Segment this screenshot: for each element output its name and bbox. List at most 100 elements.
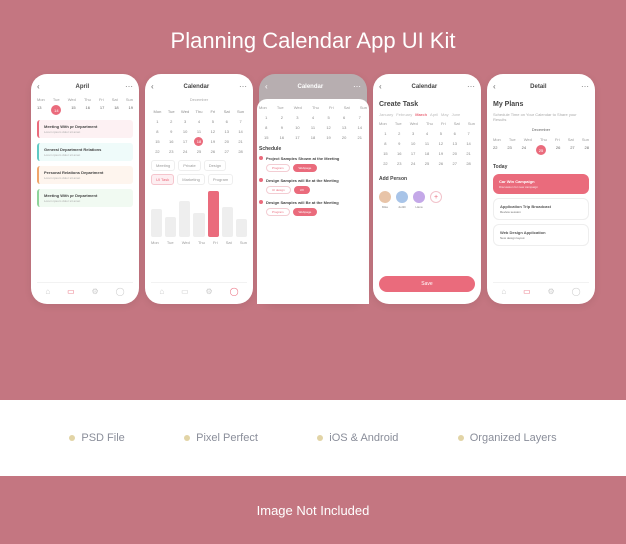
- date-cell[interactable]: 1: [259, 113, 274, 122]
- date-cell[interactable]: 16: [165, 137, 178, 146]
- tag-pill[interactable]: Program: [266, 208, 290, 216]
- date-cell[interactable]: 14: [352, 123, 367, 132]
- user-icon[interactable]: ◯: [230, 287, 239, 296]
- home-icon[interactable]: ⌂: [501, 287, 506, 296]
- date-cell[interactable]: 11: [193, 127, 206, 136]
- date-cell[interactable]: 13: [37, 105, 41, 115]
- date-cell[interactable]: 5: [321, 113, 336, 122]
- home-icon[interactable]: ⌂: [45, 287, 50, 296]
- month-tab[interactable]: June: [452, 112, 461, 117]
- date-cell[interactable]: 18: [194, 137, 203, 146]
- date-cell[interactable]: 12: [434, 139, 447, 148]
- calendar-icon[interactable]: ▭: [67, 287, 75, 296]
- date-cell[interactable]: 19: [434, 149, 447, 158]
- date-cell[interactable]: 13: [448, 139, 461, 148]
- person-avatar[interactable]: Hana: [413, 191, 425, 209]
- tag-pill[interactable]: Webpage: [293, 208, 318, 216]
- plan-card[interactable]: Web Design ApplicationNew design layout: [493, 224, 589, 246]
- date-cell[interactable]: 22: [151, 147, 164, 156]
- gear-icon[interactable]: ⚙: [92, 287, 99, 296]
- plan-card[interactable]: Application Trip BroadcastReview session: [493, 198, 589, 220]
- date-cell[interactable]: 17: [290, 133, 305, 142]
- more-icon[interactable]: ⋯: [467, 82, 475, 91]
- date-cell[interactable]: 23: [165, 147, 178, 156]
- date-cell[interactable]: 28: [585, 145, 589, 155]
- date-cell[interactable]: 7: [462, 129, 475, 138]
- schedule-item[interactable]: Project Samples Shown at the MeetingProg…: [259, 156, 367, 172]
- date-cell[interactable]: 19: [321, 133, 336, 142]
- filter-chip[interactable]: Private: [178, 160, 200, 171]
- date-cell[interactable]: 17: [407, 149, 420, 158]
- date-cell[interactable]: 23: [507, 145, 511, 155]
- date-cell[interactable]: 18: [306, 133, 321, 142]
- date-cell[interactable]: 10: [290, 123, 305, 132]
- tag-pill[interactable]: UI design: [266, 186, 291, 194]
- date-cell[interactable]: 9: [165, 127, 178, 136]
- month-tab[interactable]: February: [396, 112, 412, 117]
- filter-chip[interactable]: Program: [208, 174, 233, 185]
- date-cell[interactable]: 14: [462, 139, 475, 148]
- event-card[interactable]: Personal Relations DepartmentLorem ipsum…: [37, 166, 133, 184]
- date-cell[interactable]: 6: [220, 117, 233, 126]
- date-cell[interactable]: 27: [448, 159, 461, 168]
- more-icon[interactable]: ⋯: [353, 82, 361, 91]
- month-tab[interactable]: March: [415, 112, 427, 117]
- date-cell[interactable]: 1: [379, 129, 392, 138]
- date-cell[interactable]: 25: [421, 159, 434, 168]
- tag-pill[interactable]: Webpage: [293, 164, 318, 172]
- date-cell[interactable]: 20: [448, 149, 461, 158]
- date-cell[interactable]: 6: [448, 129, 461, 138]
- schedule-item[interactable]: Design Samples will Be at the MeetingPro…: [259, 200, 367, 216]
- date-cell[interactable]: 25: [193, 147, 206, 156]
- more-icon[interactable]: ⋯: [125, 82, 133, 91]
- date-cell[interactable]: 21: [352, 133, 367, 142]
- date-cell[interactable]: 15: [151, 137, 164, 146]
- date-cell[interactable]: 7: [352, 113, 367, 122]
- date-cell[interactable]: 26: [206, 147, 219, 156]
- home-icon[interactable]: ⌂: [159, 287, 164, 296]
- date-cell[interactable]: 13: [220, 127, 233, 136]
- date-cell[interactable]: 16: [275, 133, 290, 142]
- date-cell[interactable]: 9: [393, 139, 406, 148]
- date-cell[interactable]: 7: [234, 117, 247, 126]
- person-avatar[interactable]: Mike: [379, 191, 391, 209]
- date-cell[interactable]: 18: [114, 105, 118, 115]
- date-cell[interactable]: 2: [165, 117, 178, 126]
- date-cell[interactable]: 14: [51, 105, 61, 115]
- date-cell[interactable]: 13: [337, 123, 352, 132]
- add-person-button[interactable]: +: [430, 191, 442, 209]
- tag-pill[interactable]: UX: [294, 186, 310, 194]
- user-icon[interactable]: ◯: [572, 287, 581, 296]
- date-cell[interactable]: 6: [337, 113, 352, 122]
- date-cell[interactable]: 19: [129, 105, 133, 115]
- date-cell[interactable]: 11: [306, 123, 321, 132]
- person-avatar[interactable]: Judith: [396, 191, 408, 209]
- date-cell[interactable]: 8: [151, 127, 164, 136]
- schedule-item[interactable]: Design Samples will Be at the MeetingUI …: [259, 178, 367, 194]
- date-cell[interactable]: 5: [434, 129, 447, 138]
- date-cell[interactable]: 15: [259, 133, 274, 142]
- date-cell[interactable]: 16: [393, 149, 406, 158]
- more-icon[interactable]: ⋯: [239, 82, 247, 91]
- date-cell[interactable]: 15: [71, 105, 75, 115]
- date-cell[interactable]: 1: [151, 117, 164, 126]
- more-icon[interactable]: ⋯: [581, 82, 589, 91]
- date-cell[interactable]: 27: [220, 147, 233, 156]
- date-cell[interactable]: 10: [407, 139, 420, 148]
- gear-icon[interactable]: ⚙: [206, 287, 213, 296]
- month-tab[interactable]: April: [430, 112, 438, 117]
- filter-chip[interactable]: Meeting: [151, 160, 175, 171]
- date-cell[interactable]: 16: [86, 105, 90, 115]
- month-tab[interactable]: January: [379, 112, 393, 117]
- date-cell[interactable]: 3: [179, 117, 192, 126]
- date-cell[interactable]: 24: [522, 145, 526, 155]
- filter-chip[interactable]: Design: [204, 160, 226, 171]
- date-cell[interactable]: 11: [421, 139, 434, 148]
- date-cell[interactable]: 18: [421, 149, 434, 158]
- date-cell[interactable]: 8: [259, 123, 274, 132]
- date-cell[interactable]: 2: [393, 129, 406, 138]
- date-cell[interactable]: 17: [179, 137, 192, 146]
- date-cell[interactable]: 10: [179, 127, 192, 136]
- date-cell[interactable]: 21: [234, 137, 247, 146]
- date-cell[interactable]: 24: [407, 159, 420, 168]
